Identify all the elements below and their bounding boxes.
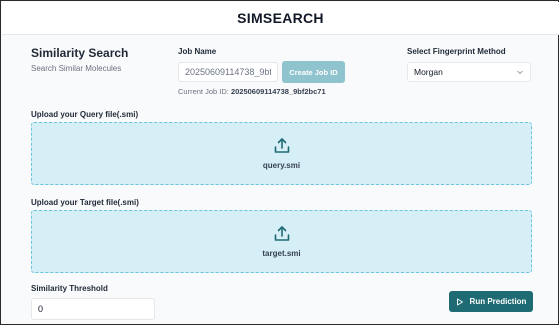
app-header: SIMSEARCH (2, 2, 559, 35)
fingerprint-method-label: Select Fingerprint Method (407, 47, 506, 56)
current-job-id-value: 20250609114738_9bf2bc71 (230, 87, 326, 96)
query-upload-label: Upload your Query file(.smi) (31, 110, 139, 119)
fingerprint-method-value: Morgan (414, 67, 443, 77)
run-prediction-button[interactable]: Run Prediction (449, 291, 533, 312)
job-name-input[interactable] (178, 62, 278, 82)
job-name-label: Job Name (178, 47, 217, 56)
run-prediction-label: Run Prediction (469, 297, 527, 306)
create-job-id-button[interactable]: Create Job ID (282, 61, 345, 83)
current-job-id: Current Job ID: 20250609114738_9bf2bc71 (178, 87, 326, 96)
target-file-dropzone[interactable]: target.smi (31, 210, 532, 273)
current-job-id-label: Current Job ID: (178, 87, 229, 96)
query-file-dropzone[interactable]: query.smi (31, 122, 532, 185)
app-window: SIMSEARCH Similarity Search Search Simil… (0, 0, 559, 325)
target-filename: target.smi (262, 249, 301, 258)
upload-icon (273, 137, 291, 155)
app-title: SIMSEARCH (237, 10, 324, 26)
play-icon (456, 298, 464, 306)
section-subtitle: Search Similar Molecules (31, 64, 122, 73)
similarity-threshold-label: Similarity Threshold (31, 284, 108, 293)
query-filename: query.smi (262, 161, 301, 170)
section-title: Similarity Search (31, 46, 129, 60)
upload-icon (273, 225, 291, 243)
chevron-down-icon (516, 68, 524, 76)
target-upload-label: Upload your Target file(.smi) (31, 198, 139, 207)
similarity-threshold-input[interactable] (31, 298, 155, 320)
fingerprint-method-select[interactable]: Morgan (407, 62, 531, 82)
